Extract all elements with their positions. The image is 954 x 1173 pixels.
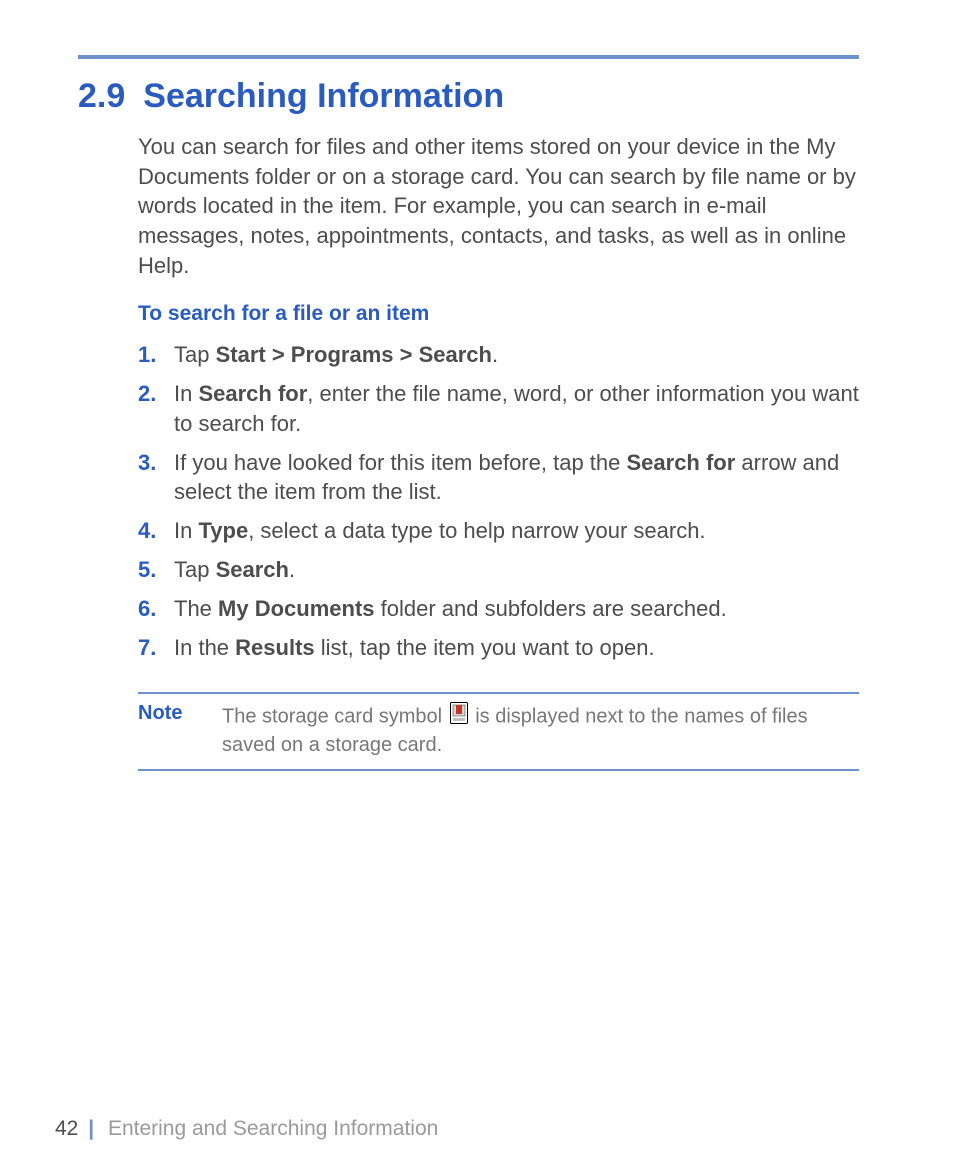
step-item: Tap Search.	[138, 555, 859, 584]
step-item: The My Documents folder and subfolders a…	[138, 594, 859, 623]
step-item: Tap Start > Programs > Search.	[138, 340, 859, 369]
section-number: 2.9	[78, 77, 125, 115]
step-text: .	[289, 557, 295, 582]
footer-separator: |	[88, 1117, 94, 1140]
section-heading: 2.9 Searching Information	[78, 77, 859, 116]
step-bold: Search for	[198, 381, 307, 406]
step-bold: Results	[235, 635, 314, 660]
step-text: The	[174, 596, 218, 621]
step-text: , select a data type to help narrow your…	[248, 518, 705, 543]
step-bold: Start > Programs > Search	[216, 342, 492, 367]
step-text: list, tap the item you want to open.	[315, 635, 655, 660]
step-text: In the	[174, 635, 235, 660]
note-callout: Note The storage card symbol is displaye…	[138, 692, 859, 771]
step-bold: Type	[198, 518, 248, 543]
step-item: In the Results list, tap the item you wa…	[138, 633, 859, 662]
page-footer: 42 | Entering and Searching Information	[55, 1117, 438, 1141]
step-bold: Search for	[626, 450, 735, 475]
step-text: .	[492, 342, 498, 367]
step-text: Tap	[174, 342, 216, 367]
step-text: In	[174, 518, 198, 543]
step-text: In	[174, 381, 198, 406]
step-bold: Search	[216, 557, 289, 582]
step-text: If you have looked for this item before,…	[174, 450, 626, 475]
document-page: 2.9 Searching Information You can search …	[0, 0, 954, 1173]
section-title: Searching Information	[143, 77, 504, 115]
top-separator-rule	[78, 55, 859, 59]
procedure-steps: Tap Start > Programs > Search. In Search…	[138, 340, 859, 661]
note-label: Note	[138, 702, 222, 725]
step-text: folder and subfolders are searched.	[375, 596, 727, 621]
step-item: In Search for, enter the file name, word…	[138, 379, 859, 437]
note-text-before: The storage card symbol	[222, 705, 448, 727]
storage-card-icon	[450, 702, 468, 732]
procedure-subheading: To search for a file or an item	[138, 302, 859, 326]
page-number: 42	[55, 1117, 78, 1140]
step-item: If you have looked for this item before,…	[138, 448, 859, 506]
chapter-title: Entering and Searching Information	[108, 1117, 438, 1140]
intro-paragraph: You can search for files and other items…	[138, 132, 859, 280]
step-bold: My Documents	[218, 596, 374, 621]
step-text: Tap	[174, 557, 216, 582]
step-item: In Type, select a data type to help narr…	[138, 516, 859, 545]
note-text: The storage card symbol is displayed nex…	[222, 702, 859, 759]
